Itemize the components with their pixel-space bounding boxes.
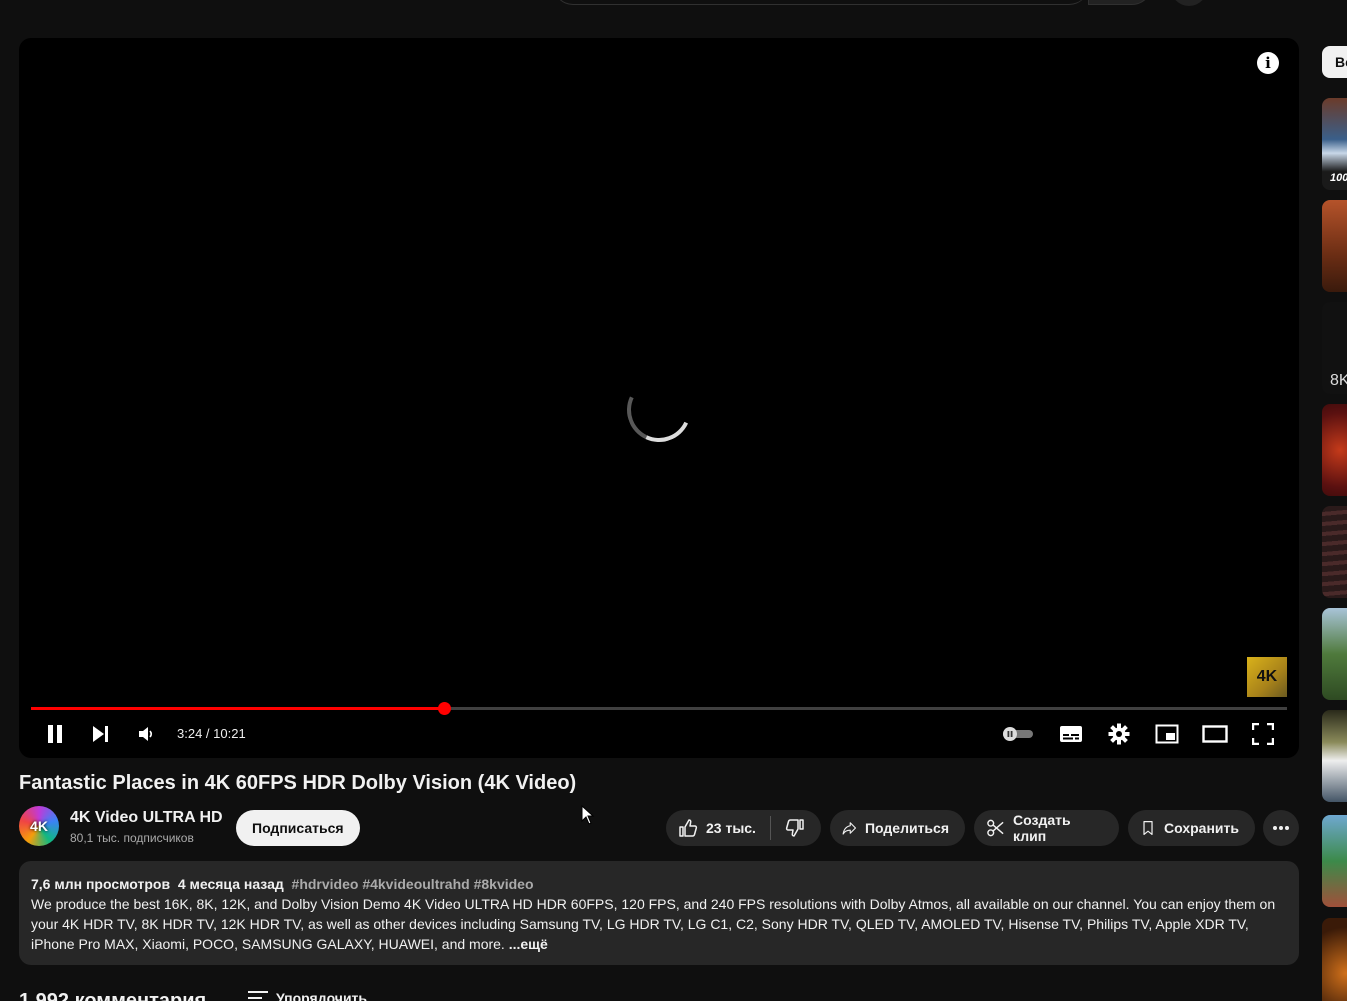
player-controls: 3:24 / 10:21 — [19, 718, 1299, 750]
subscribe-button[interactable]: Подписаться — [236, 810, 360, 846]
related-video-thumbnail[interactable] — [1322, 506, 1347, 598]
bookmark-icon — [1143, 820, 1153, 836]
video-player[interactable]: i 4K 3:24 / 10:21 — [19, 38, 1299, 758]
subtitles-icon — [1060, 726, 1082, 742]
description-text: We produce the best 16K, 8K, 12K, and Do… — [31, 896, 1276, 952]
upload-date: 4 месяца назад — [177, 876, 284, 892]
view-count: 7,6 млн просмотров — [31, 876, 171, 892]
channel-avatar[interactable]: 4K — [19, 806, 59, 846]
theater-mode-button[interactable] — [1201, 718, 1229, 750]
time-separator: / — [202, 726, 214, 741]
like-button[interactable]: 23 тыс. — [666, 818, 770, 838]
search-input[interactable] — [553, 0, 1089, 5]
progress-scrubber[interactable] — [438, 702, 452, 715]
volume-icon — [139, 727, 153, 741]
miniplayer-icon — [1155, 724, 1179, 744]
related-video-thumbnail[interactable] — [1322, 404, 1347, 496]
info-icon[interactable]: i — [1257, 52, 1279, 74]
related-video-thumbnail[interactable] — [1322, 710, 1347, 802]
dislike-button[interactable] — [771, 818, 805, 838]
comments-count: 1 992 комментария — [19, 990, 207, 1001]
quality-badge: 4K — [1247, 657, 1287, 697]
thumb-up-icon — [679, 819, 698, 837]
hashtags[interactable]: #hdrvideo #4kvideoultrahd #8kvideo — [292, 876, 534, 892]
search-button[interactable] — [1088, 0, 1152, 5]
miniplayer-button[interactable] — [1153, 718, 1181, 750]
thumb-down-icon — [785, 819, 804, 837]
sort-icon — [248, 991, 268, 999]
description-box[interactable]: 7,6 млн просмотров 4 месяца назад #hdrvi… — [19, 861, 1299, 965]
progress-played — [31, 707, 445, 710]
more-actions-button[interactable] — [1263, 810, 1299, 846]
time-display: 3:24 / 10:21 — [177, 718, 246, 750]
total-time: 10:21 — [213, 726, 246, 741]
related-video-thumbnail[interactable] — [1322, 815, 1347, 907]
mouse-cursor-icon — [581, 805, 595, 825]
fullscreen-button[interactable] — [1249, 718, 1277, 750]
share-button[interactable]: Поделиться — [830, 810, 965, 846]
video-title: Fantastic Places in 4K 60FPS HDR Dolby V… — [19, 772, 577, 794]
next-button[interactable] — [87, 718, 115, 750]
scissors-icon — [987, 819, 1004, 837]
related-video-thumbnail[interactable]: 100 — [1322, 98, 1347, 190]
mute-button[interactable] — [133, 718, 159, 750]
sort-label: Упорядочить — [276, 990, 368, 1001]
voice-search-button[interactable] — [1170, 0, 1208, 6]
related-video-thumbnail[interactable]: 8K — [1322, 302, 1347, 394]
more-horizontal-icon — [1273, 826, 1289, 830]
pause-icon — [48, 725, 62, 743]
subscriber-count: 80,1 тыс. подписчиков — [70, 831, 194, 845]
related-video-thumbnail[interactable] — [1322, 200, 1347, 292]
autoplay-toggle-icon — [1003, 727, 1033, 741]
subtitles-button[interactable] — [1057, 718, 1085, 750]
related-video-thumbnail[interactable] — [1322, 918, 1347, 1001]
theater-mode-icon — [1202, 725, 1228, 743]
gear-icon — [1108, 723, 1130, 745]
skip-next-icon — [93, 726, 108, 742]
like-count: 23 тыс. — [706, 820, 756, 836]
share-icon — [842, 822, 857, 835]
fullscreen-icon — [1252, 723, 1274, 745]
loading-spinner — [617, 368, 701, 452]
pause-button[interactable] — [41, 718, 69, 750]
related-video-thumbnail[interactable] — [1322, 608, 1347, 700]
filter-chip-all[interactable]: Все — [1322, 46, 1347, 78]
save-label: Сохранить — [1164, 820, 1239, 836]
sort-comments-button[interactable]: Упорядочить — [248, 990, 367, 1001]
share-label: Поделиться — [864, 820, 949, 836]
save-button[interactable]: Сохранить — [1128, 810, 1255, 846]
settings-button[interactable] — [1105, 718, 1133, 750]
channel-name[interactable]: 4K Video ULTRA HD — [70, 809, 223, 827]
thumbnail-caption: 100 — [1330, 172, 1347, 184]
create-clip-button[interactable]: Создать клип — [974, 810, 1119, 846]
progress-bar[interactable] — [31, 702, 1287, 715]
thumbnail-caption: 8K — [1330, 372, 1347, 389]
current-time: 3:24 — [177, 726, 203, 741]
like-dislike-group: 23 тыс. — [666, 810, 821, 846]
show-more-link[interactable]: ...ещё — [509, 936, 548, 952]
autoplay-toggle[interactable] — [999, 718, 1037, 750]
create-clip-label: Создать клип — [1013, 812, 1071, 844]
